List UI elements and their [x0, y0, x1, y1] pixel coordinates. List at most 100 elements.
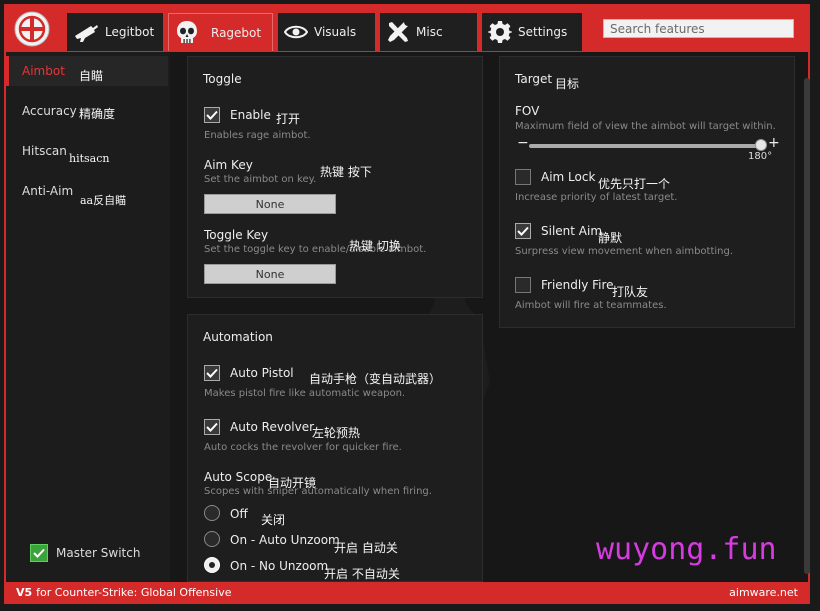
aim-key-button[interactable]: None	[204, 194, 336, 214]
fov-value: 180°	[748, 151, 773, 162]
brand-label: aimware.net	[729, 585, 798, 599]
annotation-note: 左轮预热	[312, 426, 361, 440]
fov-decrease-button[interactable]: −	[517, 135, 529, 151]
aim-lock-description: Increase priority of latest target.	[515, 192, 678, 203]
auto-scope-label: Auto Scope	[204, 470, 273, 484]
footer-bar: V5 for Counter-Strike: Global Offensive …	[6, 582, 808, 602]
auto-pistol-checkbox[interactable]	[204, 365, 220, 381]
content-scrollbar[interactable]	[804, 78, 810, 574]
sidebar-item-hitscan[interactable]: Hitscan hitsacn	[6, 136, 168, 166]
skull-icon	[177, 20, 197, 43]
auto-pistol-label: Auto Pistol	[230, 366, 294, 380]
group-title: Automation	[203, 330, 273, 344]
check-icon	[206, 422, 218, 432]
tab-label: Misc	[416, 25, 443, 39]
group-title: Toggle	[203, 72, 242, 86]
rifle-icon	[75, 25, 98, 42]
annotation-note: 自瞄	[79, 69, 104, 83]
target-group: Target 目标 FOV Maximum field of view the …	[499, 56, 795, 328]
sidebar-item-label: Aimbot	[22, 64, 65, 78]
sidebar: Aimbot 自瞄 Accuracy 精确度 Hitscan hitsacn A…	[6, 52, 171, 582]
version-label: V5	[16, 585, 33, 599]
master-switch[interactable]: Master Switch	[30, 544, 140, 562]
app-window: Legitbot Ragebot Visuals Misc Settings S…	[4, 4, 810, 604]
sidebar-item-anti-aim[interactable]: Anti-Aim aa反自瞄	[6, 176, 168, 207]
tools-icon	[388, 22, 408, 42]
fov-increase-button[interactable]: +	[768, 135, 780, 151]
master-switch-label: Master Switch	[56, 546, 141, 560]
tab-settings[interactable]: Settings	[482, 13, 582, 51]
scope-option-auto-unzoom-radio[interactable]	[204, 531, 220, 547]
check-icon	[517, 226, 529, 236]
search-box[interactable]	[603, 19, 794, 38]
auto-revolver-label: Auto Revolver	[230, 420, 315, 434]
sidebar-item-label: Anti-Aim	[22, 184, 74, 198]
annotation-note: 热键 按下	[320, 165, 372, 179]
aim-key-description: Set the aimbot on key.	[204, 174, 317, 185]
auto-revolver-checkbox[interactable]	[204, 419, 220, 435]
friendly-fire-description: Aimbot will fire at teammates.	[515, 300, 667, 311]
annotation-note: 打开	[276, 112, 301, 126]
toggle-group: Toggle Enable 打开 Enables rage aimbot. Ai…	[187, 56, 483, 298]
annotation-note: 自动手枪（变自动武器）	[309, 372, 442, 386]
enable-checkbox[interactable]	[204, 107, 220, 123]
enable-description: Enables rage aimbot.	[204, 130, 311, 141]
tab-label: Legitbot	[105, 25, 155, 39]
fov-slider[interactable]	[529, 139, 767, 151]
annotation-note: 开启 自动关	[334, 541, 398, 555]
toggle-key-button[interactable]: None	[204, 264, 336, 284]
aimware-logo-icon	[12, 9, 52, 49]
watermark-text: wuyong.fun	[596, 532, 777, 567]
fov-description: Maximum field of view the aimbot will ta…	[515, 121, 776, 132]
silent-aim-checkbox[interactable]	[515, 223, 531, 239]
friendly-fire-checkbox[interactable]	[515, 277, 531, 293]
tab-label: Ragebot	[211, 25, 262, 40]
eye-icon	[284, 25, 308, 39]
annotation-note: 开启 不自动关	[324, 567, 400, 581]
fov-label: FOV	[515, 104, 540, 118]
scope-option-label: Off	[230, 507, 248, 521]
annotation-note: 热键 切换	[349, 239, 401, 253]
annotation-note: aa反自瞄	[80, 194, 127, 207]
auto-pistol-description: Makes pistol fire like automatic weapon.	[204, 388, 406, 399]
aim-lock-label: Aim Lock	[541, 170, 596, 184]
sidebar-item-accuracy[interactable]: Accuracy 精确度	[6, 96, 168, 126]
scope-option-no-unzoom-radio[interactable]	[204, 557, 220, 573]
search-input[interactable]	[610, 21, 787, 36]
aim-key-label: Aim Key	[204, 158, 253, 172]
annotation-note: 静默	[598, 231, 623, 245]
sidebar-item-label: Accuracy	[22, 104, 77, 118]
tab-legitbot[interactable]: Legitbot	[67, 13, 163, 51]
annotation-note: 关闭	[261, 513, 286, 527]
annotation-note: 目标	[555, 77, 580, 91]
game-label: for Counter-Strike: Global Offensive	[36, 585, 232, 599]
fov-slider-thumb[interactable]	[755, 139, 767, 151]
master-switch-checkbox[interactable]	[30, 544, 48, 562]
silent-aim-description: Surpress view movement when aimbotting.	[515, 246, 734, 257]
tab-visuals[interactable]: Visuals	[278, 13, 375, 51]
annotation-note: 优先只打一个	[598, 177, 671, 191]
automation-group: Automation Auto Pistol 自动手枪（变自动武器） Makes…	[187, 314, 483, 582]
aim-lock-checkbox[interactable]	[515, 169, 531, 185]
scope-option-label: On - Auto Unzoom	[230, 533, 340, 547]
check-icon	[206, 368, 218, 378]
tab-label: Settings	[518, 25, 568, 39]
tab-misc[interactable]: Misc	[380, 13, 477, 51]
friendly-fire-label: Friendly Fire	[541, 278, 614, 292]
annotation-note: hitsacn	[69, 152, 110, 165]
sidebar-item-label: Hitscan	[22, 144, 67, 158]
toggle-key-label: Toggle Key	[204, 228, 269, 242]
check-icon	[33, 548, 45, 558]
gear-icon	[488, 21, 512, 43]
tab-label: Visuals	[314, 25, 357, 39]
check-icon	[206, 110, 218, 120]
sidebar-item-aimbot[interactable]: Aimbot 自瞄	[6, 56, 168, 86]
annotation-note: 精确度	[79, 107, 116, 121]
content-area: Toggle Enable 打开 Enables rage aimbot. Ai…	[170, 52, 808, 582]
tab-ragebot[interactable]: Ragebot	[168, 13, 273, 51]
scope-option-off-radio[interactable]	[204, 505, 220, 521]
auto-scope-description: Scopes with sniper automatically when fi…	[204, 486, 432, 497]
auto-revolver-description: Auto cocks the revolver for quicker fire…	[204, 442, 402, 453]
silent-aim-label: Silent Aim	[541, 224, 603, 238]
group-title: Target	[515, 72, 553, 86]
